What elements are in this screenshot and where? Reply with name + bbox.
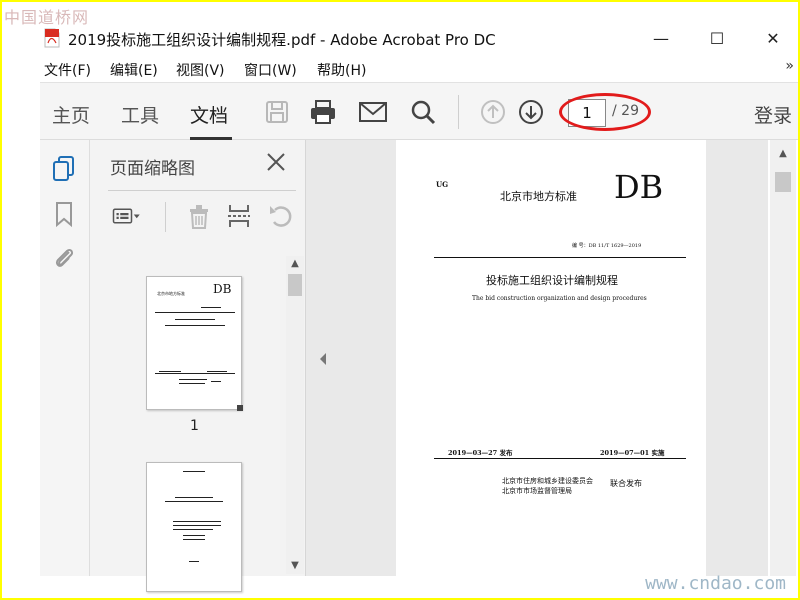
- scroll-up-icon[interactable]: ▲: [287, 256, 303, 270]
- insert-page-icon[interactable]: [224, 202, 254, 230]
- pages-icon[interactable]: [50, 154, 78, 182]
- minimize-button[interactable]: —: [638, 22, 684, 54]
- panel-tool-separator: [165, 202, 166, 232]
- menu-window[interactable]: 窗口(W): [244, 60, 297, 80]
- thumbnail-scrollbar[interactable]: ▲ ▼: [286, 256, 304, 574]
- rotate-icon[interactable]: [266, 202, 296, 230]
- collapse-panel-icon[interactable]: [318, 352, 328, 366]
- page-down-icon[interactable]: [516, 97, 546, 127]
- thumbnail-page-2[interactable]: [146, 462, 242, 592]
- doc-release: 联合发布: [610, 479, 642, 488]
- thumbnail-db: DB: [213, 282, 232, 296]
- collapse-strip: [306, 140, 396, 576]
- delete-icon[interactable]: [184, 202, 214, 230]
- doc-standard-name: 北京市地方标准: [500, 190, 577, 203]
- tab-tools[interactable]: 工具: [121, 101, 159, 128]
- doc-issuer-2: 北京市市场监督管理局: [502, 487, 572, 495]
- watermark-bottom: www.cndao.com: [645, 573, 786, 594]
- doc-title: 投标施工组织设计编制规程: [486, 274, 618, 287]
- attachment-icon[interactable]: [50, 244, 78, 272]
- app-window: 中国道桥网 2019投标施工组织设计编制规程.pdf - Adobe Acrob…: [2, 2, 798, 598]
- doc-publish-date: 2019—03—27 发布: [448, 449, 513, 457]
- scroll-down-icon[interactable]: ▼: [287, 558, 303, 572]
- menu-edit[interactable]: 编辑(E): [110, 60, 158, 80]
- thumbnail-list: 北京市地方标准 DB 1: [90, 250, 286, 592]
- tab-document[interactable]: 文档: [190, 101, 228, 128]
- highlight-ellipse: [559, 93, 651, 131]
- doc-top-rule: [434, 257, 686, 258]
- left-rail: [40, 140, 90, 576]
- doc-bottom-rule: [434, 458, 686, 459]
- maximize-button[interactable]: ☐: [694, 22, 740, 54]
- doc-ug: UG: [436, 180, 449, 189]
- menu-bar: 文件(F) 编辑(E) 视图(V) 窗口(W) 帮助(H) »: [2, 56, 798, 82]
- options-icon[interactable]: [112, 202, 142, 230]
- panel-divider: [108, 190, 296, 191]
- thumbnail-label-1: 1: [190, 418, 199, 434]
- doc-effective-date: 2019—07—01 实施: [600, 449, 665, 457]
- email-icon[interactable]: [358, 97, 388, 127]
- close-icon[interactable]: [264, 150, 288, 174]
- panel-title: 页面缩略图: [110, 159, 195, 179]
- close-window-button[interactable]: ✕: [750, 22, 796, 54]
- window-title: 2019投标施工组织设计编制规程.pdf - Adobe Acrobat Pro…: [68, 31, 496, 49]
- login-button[interactable]: 登录: [754, 101, 792, 128]
- document-background: [706, 140, 768, 576]
- main-toolbar: 主页 工具 文档 1 / 29 登录: [40, 82, 798, 140]
- toolbar-separator: [458, 95, 459, 129]
- doc-english-title: The bid construction organization and de…: [472, 295, 647, 302]
- document-page: UG 北京市地方标准 DB 编 号：DB 11/T 1629—2019 投标施工…: [396, 140, 706, 576]
- doc-db-logo: DB: [614, 168, 664, 206]
- thumbnail-scroll-thumb[interactable]: [288, 274, 302, 296]
- title-bar: 2019投标施工组织设计编制规程.pdf - Adobe Acrobat Pro…: [2, 22, 798, 54]
- page-up-icon[interactable]: [478, 97, 508, 127]
- doc-issuer-1: 北京市住房和城乡建设委员会: [502, 477, 593, 485]
- menu-help[interactable]: 帮助(H): [317, 60, 366, 80]
- thumbnail-issuer: 北京市地方标准: [157, 291, 185, 296]
- print-icon[interactable]: [308, 97, 338, 127]
- menu-overflow-icon[interactable]: »: [785, 58, 794, 74]
- document-scrollbar[interactable]: ▲: [770, 140, 796, 576]
- search-icon[interactable]: [408, 97, 438, 127]
- thumbnail-page-1[interactable]: 北京市地方标准 DB: [146, 276, 243, 411]
- doc-scroll-thumb[interactable]: [775, 172, 791, 192]
- menu-file[interactable]: 文件(F): [44, 60, 91, 80]
- doc-code: 编 号：DB 11/T 1629—2019: [572, 243, 642, 249]
- save-icon[interactable]: [262, 97, 292, 127]
- menu-view[interactable]: 视图(V): [176, 60, 225, 80]
- thumbnail-panel: 页面缩略图 北京市地方标准 DB 1 ▲ ▼: [90, 140, 306, 592]
- doc-scroll-up-icon[interactable]: ▲: [775, 146, 791, 160]
- tab-home[interactable]: 主页: [52, 101, 90, 128]
- bookmark-icon[interactable]: [50, 200, 78, 228]
- pdf-file-icon: [44, 28, 60, 48]
